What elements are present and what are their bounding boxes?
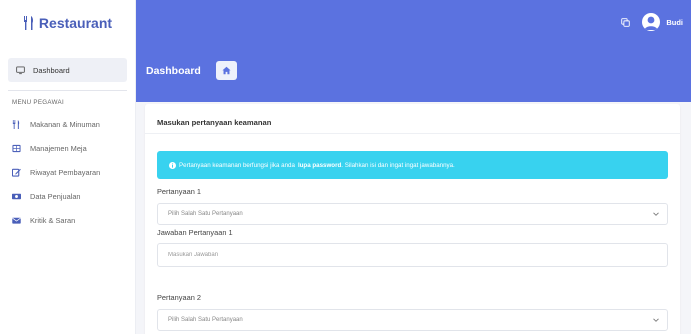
avatar[interactable]	[642, 13, 661, 31]
alert-text-after: . Silahkan isi dan ingat ingat jawabanny…	[341, 161, 455, 169]
info-icon	[169, 161, 176, 169]
user-name[interactable]: Budi	[666, 18, 683, 27]
home-icon	[222, 66, 231, 75]
sidebar-item-label: Data Penjualan	[30, 191, 81, 201]
brand[interactable]: Restaurant	[0, 0, 135, 46]
alert-text: Pertanyaan keamanan berfungsi jika anda	[179, 161, 295, 169]
card-divider	[145, 133, 680, 134]
alert-bold-text: lupa password	[297, 161, 342, 169]
chevron-down-icon	[653, 318, 659, 322]
question-2-select[interactable]: Pilih Salah Satu Pertanyaan	[157, 309, 668, 331]
brand-name: Restaurant	[38, 15, 113, 31]
card-title: Masukan pertanyaan keamanan	[157, 118, 272, 127]
sidebar-item-data-penjualan[interactable]: Data Penjualan	[0, 184, 135, 208]
question-1-label: Pertanyaan 1	[157, 187, 201, 196]
sidebar-section-title: MENU PEGAWAI	[12, 99, 64, 106]
sidebar-item-riwayat-pembayaran[interactable]: Riwayat Pembayaran	[0, 160, 135, 184]
sidebar-item-dashboard[interactable]: Dashboard	[8, 58, 127, 82]
info-alert: Pertanyaan keamanan berfungsi jika anda …	[157, 151, 668, 179]
home-button[interactable]	[216, 61, 237, 80]
utensils-icon	[23, 16, 33, 30]
security-question-card: Masukan pertanyaan keamanan Pertanyaan k…	[145, 104, 680, 334]
user-icon	[644, 16, 658, 30]
select-value: Pilih Salah Satu Pertanyaan	[168, 317, 243, 323]
sidebar-item-kritik-saran[interactable]: Kritik & Saran	[0, 208, 135, 232]
sidebar: Restaurant Dashboard MENU PEGAWAI Makana…	[0, 0, 136, 334]
sidebar-divider	[8, 90, 127, 91]
utensils-icon	[12, 119, 20, 129]
answer-1-input[interactable]	[157, 243, 668, 267]
table-icon	[12, 144, 21, 152]
sidebar-item-makanan-minuman[interactable]: Makanan & Minuman	[0, 112, 135, 136]
sidebar-item-label: Kritik & Saran	[30, 215, 76, 225]
edit-icon	[12, 168, 21, 177]
copy-icon[interactable]	[621, 17, 631, 27]
sidebar-item-label: Makanan & Minuman	[30, 119, 100, 129]
money-icon	[12, 193, 21, 199]
question-1-select[interactable]: Pilih Salah Satu Pertanyaan	[157, 203, 668, 225]
envelope-icon	[12, 217, 21, 224]
sidebar-item-label: Riwayat Pembayaran	[30, 167, 101, 177]
chevron-down-icon	[653, 212, 659, 216]
sidebar-item-label: Manajemen Meja	[30, 143, 87, 153]
sidebar-item-manajemen-meja[interactable]: Manajemen Meja	[0, 136, 135, 160]
monitor-icon	[16, 65, 25, 74]
question-2-label: Pertanyaan 2	[157, 293, 201, 302]
sidebar-item-label: Dashboard	[33, 65, 70, 75]
page-header: Dashboard	[136, 46, 691, 102]
select-value: Pilih Salah Satu Pertanyaan	[168, 211, 243, 217]
page-title: Dashboard	[146, 65, 201, 77]
topbar: Budi	[136, 0, 691, 46]
answer-1-label: Jawaban Pertanyaan 1	[157, 228, 233, 237]
